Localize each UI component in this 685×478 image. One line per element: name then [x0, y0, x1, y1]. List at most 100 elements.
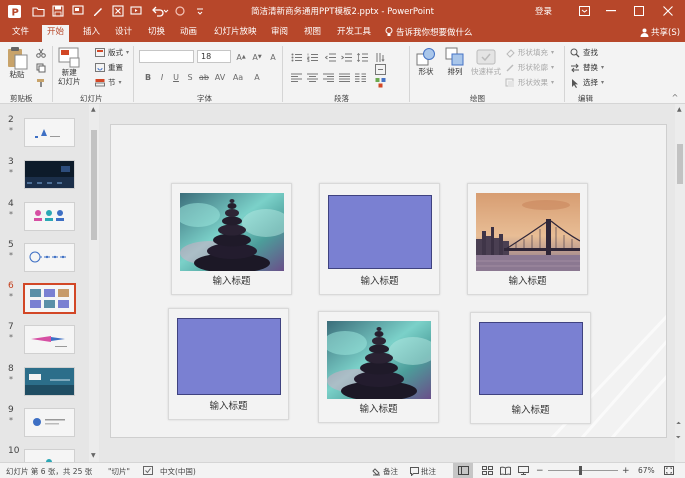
image-card[interactable]: 输入标题	[171, 183, 292, 295]
tab-view[interactable]: 视图	[299, 25, 326, 42]
select-button[interactable]: 选择 ▾	[570, 77, 604, 88]
picture-placeholder[interactable]	[479, 322, 583, 395]
slide-thumbnail-selected[interactable]	[23, 283, 76, 314]
columns-icon[interactable]	[353, 70, 367, 84]
find-button[interactable]: 查找	[570, 47, 598, 58]
scroll-up-arrow-icon[interactable]: ▲	[677, 106, 682, 113]
tab-review[interactable]: 审阅	[266, 25, 293, 42]
open-folder-icon[interactable]	[30, 3, 46, 19]
scrollbar-thumb[interactable]	[91, 130, 97, 240]
card-title[interactable]: 输入标题	[320, 273, 439, 287]
shape-outline-button[interactable]: 形状轮廓 ▾	[505, 62, 554, 73]
zen-stones-image[interactable]	[327, 321, 431, 399]
pen-tool-icon[interactable]	[90, 3, 106, 19]
align-left-icon[interactable]	[289, 70, 303, 84]
tab-file[interactable]: 文件	[7, 25, 34, 42]
slide-thumbnail[interactable]	[24, 202, 75, 231]
scroll-down-arrow-icon[interactable]: ▼	[91, 452, 96, 459]
align-right-icon[interactable]	[321, 70, 335, 84]
align-center-icon[interactable]	[305, 70, 319, 84]
slide-thumbnail[interactable]	[24, 367, 75, 396]
slide-thumbnail[interactable]	[24, 325, 75, 354]
language-indicator[interactable]: 中文(中国)	[160, 466, 196, 477]
zen-stones-image[interactable]	[180, 193, 284, 271]
tab-slideshow[interactable]: 幻灯片放映	[209, 25, 262, 42]
character-spacing-icon[interactable]: AV	[213, 70, 227, 84]
slide-thumbnail[interactable]	[24, 243, 75, 272]
font-color-icon[interactable]: A	[250, 70, 264, 84]
shapes-button[interactable]: 形状	[416, 47, 436, 76]
convert-to-smartart-icon[interactable]	[373, 75, 387, 89]
copy-icon[interactable]	[34, 61, 48, 75]
scroll-up-arrow-icon[interactable]: ▲	[91, 106, 96, 113]
increase-indent-icon[interactable]	[339, 50, 353, 64]
previous-slide-icon[interactable]: ⏶	[676, 420, 681, 428]
tab-animations[interactable]: 动画	[175, 25, 202, 42]
card-title[interactable]: 输入标题	[172, 273, 291, 287]
increase-font-size-icon[interactable]: A ▲	[234, 50, 248, 64]
zoom-slider[interactable]	[548, 470, 618, 471]
paste-button[interactable]: 粘贴	[6, 46, 28, 79]
current-slide[interactable]: 输入标题 输入标题 输入标题 输入标题 输入标题 输入标题	[110, 124, 667, 438]
card-title[interactable]: 输入标题	[169, 398, 288, 412]
placeholder-card[interactable]: 输入标题	[168, 308, 289, 420]
placeholder-card[interactable]: 输入标题	[319, 183, 440, 295]
italic-icon[interactable]: I	[155, 70, 169, 84]
ribbon-display-options-icon[interactable]	[571, 0, 597, 22]
change-case-icon[interactable]: Aa	[231, 70, 245, 84]
tab-developer[interactable]: 开发工具	[332, 25, 376, 42]
font-size-box[interactable]: 18	[197, 50, 231, 63]
slide-scrollbar[interactable]: ▲ ⏶ ⏷	[675, 104, 685, 462]
format-painter-icon[interactable]	[34, 76, 48, 90]
notes-button[interactable]: 备注	[372, 466, 398, 477]
tab-home[interactable]: 开始	[42, 25, 70, 42]
start-slideshow-icon[interactable]	[128, 3, 144, 19]
tab-design[interactable]: 设计	[110, 25, 137, 42]
card-title[interactable]: 输入标题	[319, 401, 438, 415]
slide-thumbnail[interactable]	[24, 118, 75, 147]
arrange-button[interactable]: 排列	[445, 47, 465, 76]
login-button[interactable]: 登录	[535, 5, 552, 17]
slide-thumbnail[interactable]	[24, 408, 75, 437]
new-slide-qat-icon[interactable]	[70, 3, 86, 19]
spelling-check-icon[interactable]	[143, 466, 153, 475]
image-card[interactable]: 输入标题	[318, 311, 439, 423]
slide-thumbnail[interactable]	[24, 449, 75, 462]
layout-button[interactable]: 版式 ▾	[95, 47, 129, 58]
replace-button[interactable]: 替换 ▾	[570, 62, 604, 73]
reset-button[interactable]: 重置	[95, 62, 123, 73]
font-name-box[interactable]	[139, 50, 194, 63]
shape-fill-button[interactable]: 形状填充 ▾	[505, 47, 554, 58]
quick-styles-button[interactable]: 快速样式	[471, 47, 501, 76]
tab-transitions[interactable]: 切换	[143, 25, 170, 42]
clear-formatting-icon[interactable]: A	[266, 50, 280, 64]
new-slide-button[interactable]: 新建 幻灯片	[58, 46, 81, 86]
shadow-icon[interactable]: S	[183, 70, 197, 84]
scrollbar-thumb[interactable]	[677, 144, 683, 184]
redo-icon[interactable]	[172, 3, 188, 19]
decrease-indent-icon[interactable]	[323, 50, 337, 64]
cut-icon[interactable]	[34, 46, 48, 60]
save-icon[interactable]	[50, 3, 66, 19]
picture-placeholder[interactable]	[177, 318, 281, 395]
decrease-font-size-icon[interactable]: A ▼	[250, 50, 264, 64]
tab-insert[interactable]: 插入	[78, 25, 105, 42]
minimize-icon[interactable]	[598, 0, 624, 22]
underline-icon[interactable]: U	[169, 70, 183, 84]
bold-icon[interactable]: B	[141, 70, 155, 84]
line-spacing-icon[interactable]	[355, 50, 369, 64]
zoom-slider-thumb[interactable]	[579, 466, 582, 475]
zoom-in-icon[interactable]: +	[622, 466, 630, 476]
fit-to-window-icon[interactable]	[664, 466, 674, 475]
reading-view-icon[interactable]	[500, 466, 511, 475]
align-text-icon[interactable]	[373, 62, 387, 76]
close-window-qat-icon[interactable]	[110, 3, 126, 19]
bridge-skyline-image[interactable]	[476, 193, 580, 271]
justify-icon[interactable]	[337, 70, 351, 84]
normal-view-button[interactable]	[453, 463, 473, 478]
slide-sorter-view-icon[interactable]	[482, 466, 493, 475]
slideshow-view-icon[interactable]	[518, 466, 529, 475]
strikethrough-icon[interactable]: ab	[197, 70, 211, 84]
thumbnail-scrollbar[interactable]: ▲ ▼	[89, 104, 99, 462]
card-title[interactable]: 输入标题	[471, 402, 590, 416]
